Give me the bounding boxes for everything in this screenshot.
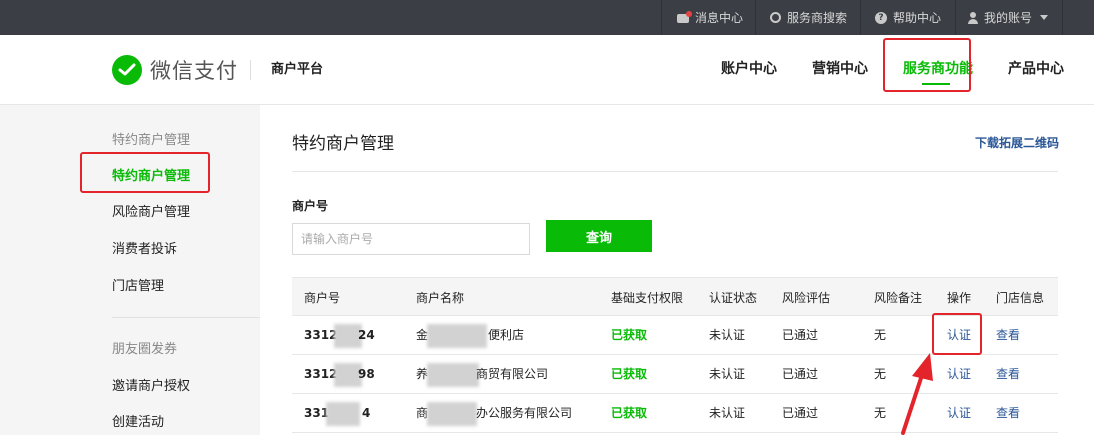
annotation-arrow-icon <box>901 353 933 435</box>
